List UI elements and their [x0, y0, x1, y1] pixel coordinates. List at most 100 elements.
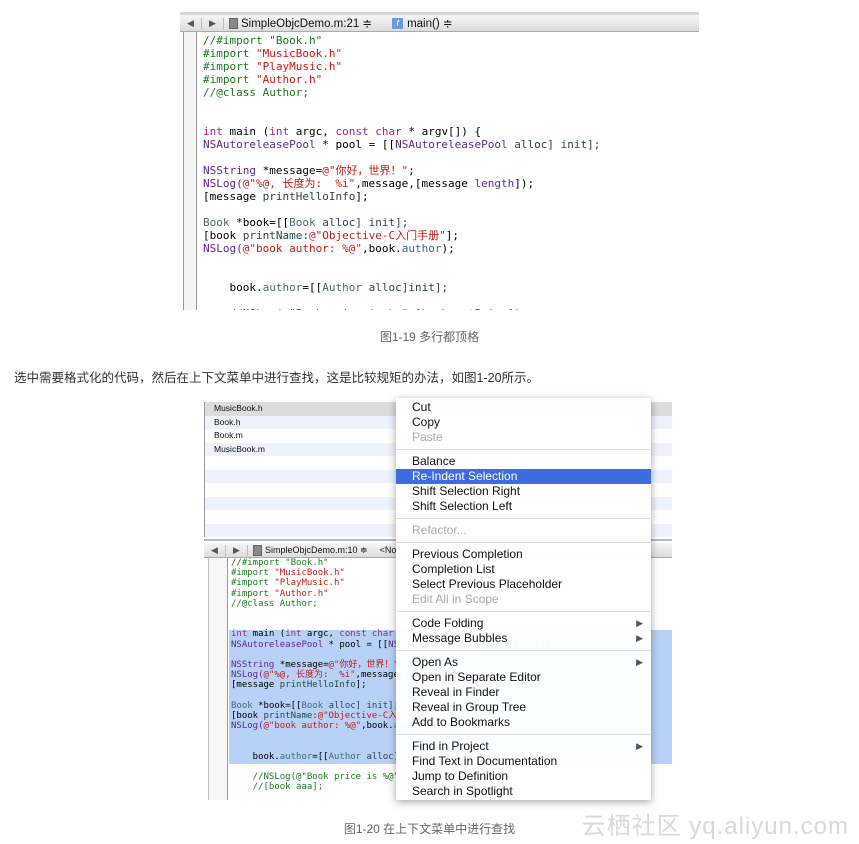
code-token: //@class Author;: [231, 598, 318, 609]
function-popup[interactable]: main() ≑: [407, 16, 452, 30]
code-token: NSLog(: [231, 670, 264, 681]
file-popup[interactable]: SimpleObjcDemo.m:21 ≑: [241, 16, 372, 30]
menu-item-balance[interactable]: Balance: [396, 454, 651, 469]
code-token: Book: [231, 700, 253, 711]
code-token: NSAutoreleasePool: [395, 138, 508, 151]
code-line: //NSLog(@"Book price is %@",[book getPri…: [203, 307, 600, 310]
code-token: "PlayMusic.h": [274, 578, 345, 589]
code-token: ];: [355, 190, 369, 203]
menu-item-jump-to-definition[interactable]: Jump to Definition: [396, 769, 651, 784]
watermark: 云栖社区 yq.aliyun.com: [581, 813, 849, 840]
code-token: @"Objective-C入门手册": [308, 229, 446, 242]
code-line: NSString *message=@"你好，世界！";: [203, 164, 600, 177]
gutter: [183, 32, 197, 310]
code-token: ,book.: [361, 242, 402, 255]
code-token: NSLog(: [203, 177, 243, 190]
submenu-arrow-icon: ▶: [636, 657, 643, 667]
body-paragraph: 选中需要格式化的代码，然后在上下文菜单中进行查找，这是比较规矩的办法，如图1-2…: [14, 371, 540, 385]
code-token: =[[: [312, 751, 329, 762]
code-token: main (: [222, 125, 270, 138]
code-token: =[[: [302, 281, 323, 294]
menu-item-code-folding[interactable]: Code Folding ▶: [396, 616, 651, 631]
code-token: @"%@, 长度为: %i": [263, 670, 356, 681]
menu-item-find-in-project[interactable]: Find in Project ▶: [396, 739, 651, 754]
code-token: *book=[[: [252, 700, 302, 711]
code-token: #import: [231, 568, 275, 579]
file-popup[interactable]: SimpleObjcDemo.m:10 ≑: [265, 545, 368, 556]
menu-item-shift-selection-left[interactable]: Shift Selection Left: [396, 499, 651, 514]
code-token: ]);: [514, 177, 535, 190]
code-token: Author: [322, 281, 362, 294]
forward-arrow-icon[interactable]: ▶: [226, 544, 248, 556]
code-token: [message: [231, 680, 280, 691]
code-line: book.author=[[Author alloc]init];: [203, 281, 600, 294]
function-popup[interactable]: <No: [380, 545, 397, 555]
menu-item-shift-selection-right[interactable]: Shift Selection Right: [396, 484, 651, 499]
code-token: *book=[[: [229, 216, 290, 229]
menu-item-previous-completion[interactable]: Previous Completion: [396, 547, 651, 562]
code-line: NSAutoreleasePool * pool = [[NSAutorelea…: [203, 138, 600, 151]
menu-item-search-in-spotlight[interactable]: Search in Spotlight: [396, 784, 651, 799]
menu-item-paste: Paste: [412, 430, 443, 444]
code-token: main (: [247, 629, 286, 640]
menu-item-reveal-in-finder[interactable]: Reveal in Finder: [396, 685, 651, 700]
code-editor[interactable]: //#import "Book.h" #import "MusicBook.h" #…: [203, 34, 600, 310]
code-token: #import: [203, 73, 256, 86]
back-arrow-icon[interactable]: ◀: [180, 17, 202, 29]
code-line: [message printHelloInfo];: [203, 190, 600, 203]
code-token: argc,: [301, 629, 340, 640]
code-token: //[book aaa];: [231, 782, 324, 793]
menu-item-open-in-separate-editor[interactable]: Open in Separate Editor: [396, 670, 651, 685]
code-token: book.: [203, 281, 263, 294]
code-token: int: [269, 125, 290, 138]
code-token: printName:: [242, 229, 309, 242]
file-icon: [229, 17, 238, 29]
code-token: ;: [408, 164, 415, 177]
code-token: author: [279, 751, 313, 762]
forward-arrow-icon[interactable]: ▶: [202, 17, 224, 29]
menu-item-add-to-bookmarks[interactable]: Add to Bookmarks: [396, 715, 651, 730]
code-line: #import "MusicBook.h": [203, 47, 600, 60]
back-arrow-icon[interactable]: ◀: [204, 544, 226, 556]
code-token: * pool = [[: [323, 639, 389, 650]
figure-1-screenshot: ◀ ▶ SimpleObjcDemo.m:21 ≑ f main() ≑ //#…: [180, 12, 699, 310]
menu-item-select-previous-placeholder[interactable]: Select Previous Placeholder: [396, 577, 651, 592]
code-line: #import "Author.h": [203, 73, 600, 86]
menu-separator: [396, 449, 651, 450]
menu-item-cut[interactable]: Cut: [396, 400, 651, 415]
menu-item-reveal-in-group-tree[interactable]: Reveal in Group Tree: [396, 700, 651, 715]
code-token: @"%@, 长度为: %i": [242, 177, 356, 190]
menu-item-message-bubbles[interactable]: Message Bubbles ▶: [396, 631, 651, 646]
code-line: #import "PlayMusic.h": [203, 60, 600, 73]
menu-separator: [396, 734, 651, 735]
code-token: alloc] init];: [315, 216, 409, 229]
code-token: //@class Author;: [203, 86, 309, 99]
menu-item-re-indent-selection[interactable]: Re-Indent Selection: [396, 469, 651, 484]
editor-navigation-bar: ◀ ▶ SimpleObjcDemo.m:21 ≑ f main() ≑: [180, 15, 699, 32]
menu-item-completion-list[interactable]: Completion List: [396, 562, 651, 577]
submenu-arrow-icon: ▶: [636, 741, 643, 751]
code-token: Author: [328, 751, 362, 762]
code-token: * argv[]) {: [401, 125, 482, 138]
submenu-arrow-icon: ▶: [636, 618, 643, 628]
submenu-arrow-icon: ▶: [636, 633, 643, 643]
code-token: @"你好，世界！": [328, 659, 399, 670]
code-token: NSAutoreleasePool: [203, 138, 316, 151]
menu-separator: [396, 650, 651, 651]
file-icon: [253, 544, 262, 556]
menu-item-find-text-in-documentation[interactable]: Find Text in Documentation: [396, 754, 651, 769]
code-token: [message: [203, 190, 263, 203]
code-token: printHelloInfo: [262, 190, 356, 203]
code-token: #import: [203, 47, 256, 60]
code-token: );: [441, 242, 455, 255]
code-token: "Author.h": [274, 588, 329, 599]
menu-item-copy[interactable]: Copy: [396, 415, 651, 430]
menu-separator: [396, 542, 651, 543]
code-token: int: [285, 629, 302, 640]
code-token: int: [203, 125, 223, 138]
menu-item-open-as[interactable]: Open As ▶: [396, 655, 651, 670]
code-token: @"book author: %@": [242, 242, 362, 255]
